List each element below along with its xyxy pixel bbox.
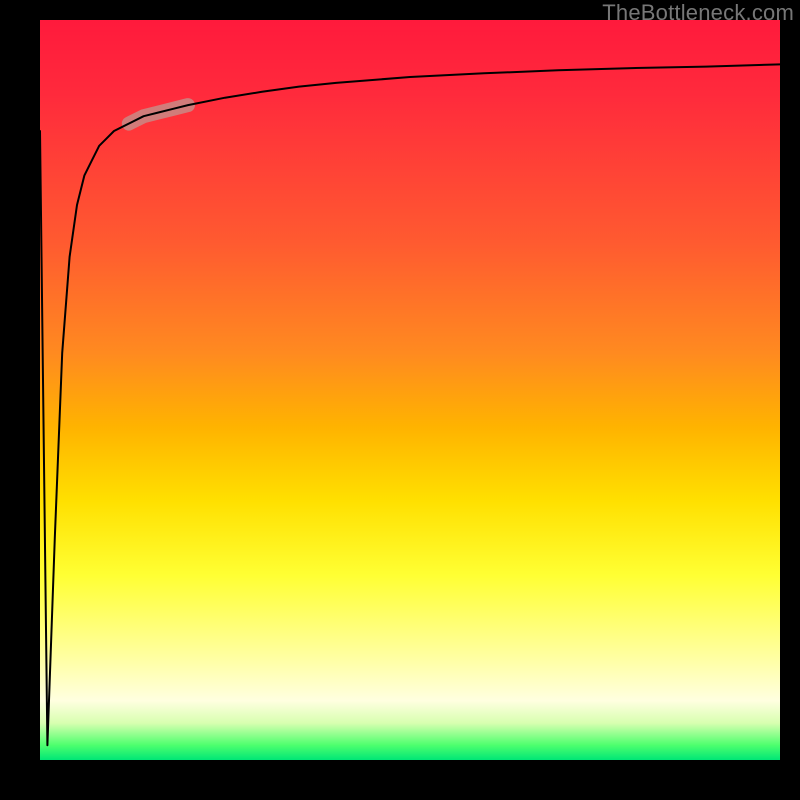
chart-svg xyxy=(40,20,780,760)
bottleneck-curve xyxy=(40,64,780,745)
chart-frame: TheBottleneck.com xyxy=(0,0,800,800)
